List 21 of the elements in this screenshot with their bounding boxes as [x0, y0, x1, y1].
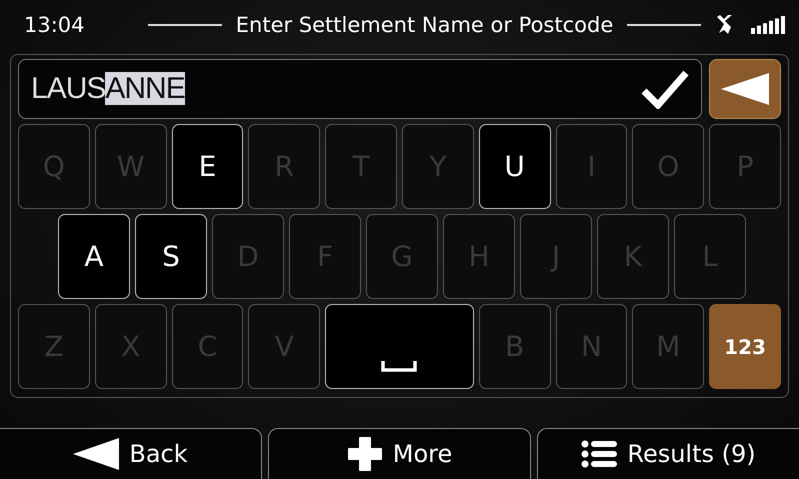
search-input-field[interactable]: LAUSANNE	[18, 59, 702, 119]
backspace-button[interactable]	[709, 59, 781, 119]
signal-strength-icon	[751, 16, 786, 34]
plus-icon	[346, 436, 383, 472]
input-value: LAUSANNE	[31, 72, 186, 106]
list-icon	[581, 440, 618, 468]
back-arrow-icon	[73, 438, 120, 470]
screen-title: Enter Settlement Name or Postcode	[236, 13, 614, 37]
backspace-arrow-icon	[721, 73, 769, 105]
more-button[interactable]: More	[268, 428, 531, 479]
back-button[interactable]: Back	[0, 428, 262, 479]
space-icon	[381, 360, 418, 372]
numbers-key[interactable]: 123	[709, 304, 781, 389]
letter-key[interactable]: U	[478, 124, 551, 209]
space-key[interactable]	[325, 304, 474, 389]
clock-time: 13:04	[24, 13, 86, 37]
checkmark-icon[interactable]	[641, 69, 689, 109]
results-button[interactable]: Results (9)	[537, 428, 799, 479]
letter-key[interactable]: E	[172, 124, 244, 209]
letter-key[interactable]: A	[58, 214, 130, 299]
letter-key[interactable]: S	[135, 214, 207, 299]
